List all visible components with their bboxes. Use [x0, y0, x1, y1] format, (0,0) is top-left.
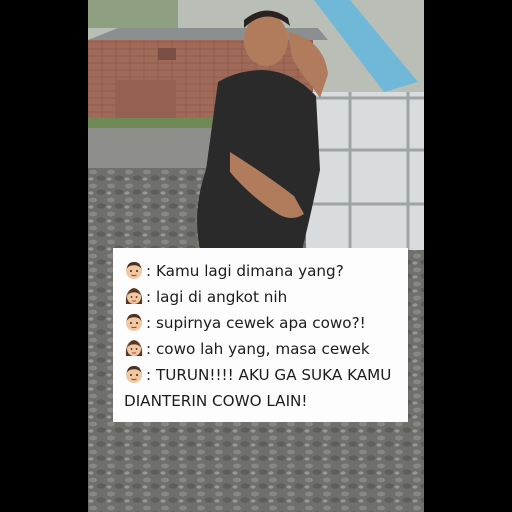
chat-line: : supirnya cewek apa cowo?! [124, 310, 400, 336]
woman-face-icon [125, 288, 143, 304]
man-face-icon [126, 313, 142, 331]
chat-line: : TURUN!!!! AKU GA SUKA KAMU [124, 362, 400, 388]
man-face-icon [126, 261, 142, 279]
chat-line: : cowo lah yang, masa cewek [124, 336, 400, 362]
chat-line: : lagi di angkot nih [124, 284, 400, 310]
video-frame: : Kamu lagi dimana yang? : lagi di angko… [0, 0, 512, 512]
chat-line-continuation: DIANTERIN COWO LAIN! [124, 392, 308, 410]
chat-line: : Kamu lagi dimana yang? [124, 258, 400, 284]
man-face-icon [126, 365, 142, 383]
woman-face-icon [125, 340, 143, 356]
chat-caption-card: : Kamu lagi dimana yang? : lagi di angko… [113, 248, 408, 422]
